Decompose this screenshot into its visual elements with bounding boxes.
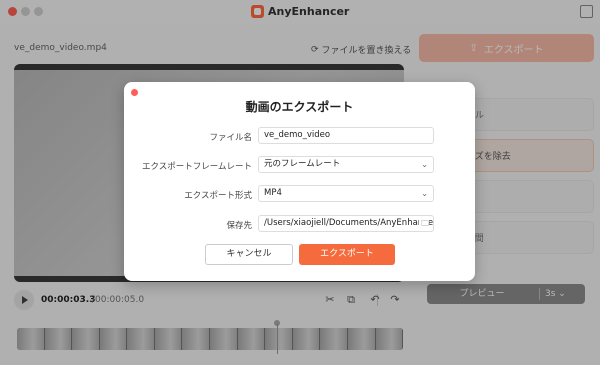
filename-label: ファイル名 <box>209 133 252 143</box>
format-value: MP4 <box>264 188 282 198</box>
app-window: AnyEnhancer ve_demo_video.mp4 ⟳ ファイルを置き換… <box>0 0 600 365</box>
chevron-down-icon: ⌄ <box>421 189 428 198</box>
cancel-button[interactable]: キャンセル <box>205 244 293 265</box>
framerate-label: エクスポートフレームレート <box>142 162 252 172</box>
export-button[interactable]: エクスポート <box>299 244 395 265</box>
save-to-field[interactable]: /Users/xiaojiell/Documents/AnyEnhancer 🗀 <box>258 215 434 232</box>
chevron-down-icon: ⌄ <box>421 160 428 169</box>
filename-input[interactable]: ve_demo_video <box>258 127 434 144</box>
export-dialog: 動画のエクスポート ファイル名 ve_demo_video エクスポートフレーム… <box>124 82 475 281</box>
folder-icon[interactable]: 🗀 <box>419 216 429 231</box>
dialog-title: 動画のエクスポート <box>245 100 354 114</box>
dialog-close-button[interactable] <box>131 89 138 96</box>
framerate-select[interactable]: 元のフレームレート ⌄ <box>258 156 434 173</box>
save-to-value: /Users/xiaojiell/Documents/AnyEnhancer <box>264 218 434 228</box>
format-label: エクスポート形式 <box>184 191 252 201</box>
format-select[interactable]: MP4 ⌄ <box>258 185 434 202</box>
filename-value: ve_demo_video <box>264 130 331 140</box>
framerate-value: 元のフレームレート <box>264 159 341 169</box>
save-to-label: 保存先 <box>226 221 252 231</box>
